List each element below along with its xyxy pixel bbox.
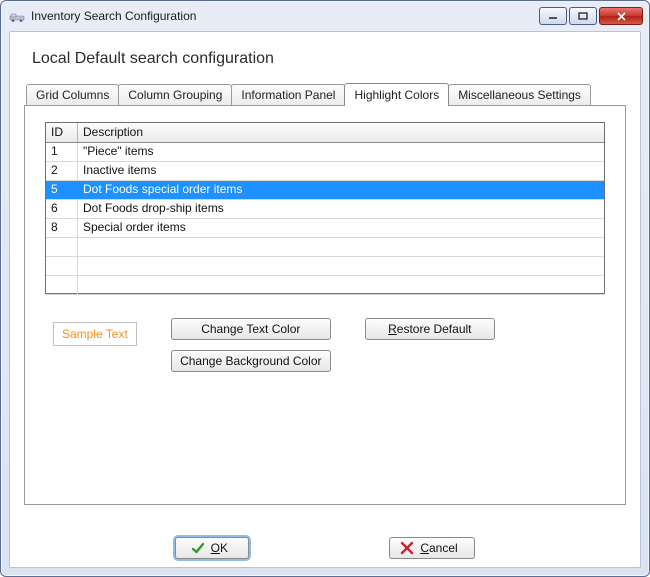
maximize-button[interactable] <box>569 7 597 25</box>
cancel-button[interactable]: Cancel <box>389 537 474 559</box>
change-background-color-button[interactable]: Change Background Color <box>171 350 331 372</box>
minimize-button[interactable] <box>539 7 567 25</box>
close-button[interactable] <box>599 7 643 25</box>
page-title: Local Default search configuration <box>32 50 622 68</box>
app-icon <box>9 8 25 24</box>
grid-body: 1"Piece" items2Inactive items5Dot Foods … <box>46 143 604 295</box>
ok-button-label: OK <box>211 541 228 555</box>
sample-text-preview: Sample Text <box>53 322 137 346</box>
cell-id: 6 <box>46 200 78 218</box>
tab-miscellaneous-settings[interactable]: Miscellaneous Settings <box>448 84 591 105</box>
table-row-empty[interactable] <box>46 238 604 257</box>
tab-information-panel[interactable]: Information Panel <box>231 84 345 105</box>
dialog-buttons: OK Cancel <box>10 537 640 559</box>
table-row-empty[interactable] <box>46 257 604 276</box>
cell-description: Special order items <box>78 219 604 237</box>
window-frame: Inventory Search Configuration Local Def… <box>0 0 650 577</box>
grid-header: ID Description <box>46 123 604 143</box>
cell-description: Dot Foods special order items <box>78 181 604 199</box>
window-title: Inventory Search Configuration <box>31 9 539 23</box>
tab-panel-highlight-colors: ID Description 1"Piece" items2Inactive i… <box>24 105 626 505</box>
table-row[interactable]: 5Dot Foods special order items <box>46 181 604 200</box>
cell-description: "Piece" items <box>78 143 604 161</box>
tab-highlight-colors[interactable]: Highlight Colors <box>344 83 449 106</box>
cell-id: 5 <box>46 181 78 199</box>
cell-id: 1 <box>46 143 78 161</box>
cell-id: 2 <box>46 162 78 180</box>
table-row[interactable]: 2Inactive items <box>46 162 604 181</box>
column-header-id[interactable]: ID <box>46 123 78 142</box>
tab-grid-columns[interactable]: Grid Columns <box>26 84 119 105</box>
window-controls <box>539 7 643 25</box>
cell-description: Inactive items <box>78 162 604 180</box>
table-row[interactable]: 8Special order items <box>46 219 604 238</box>
cancel-icon <box>400 541 414 555</box>
restore-default-label: Restore Default <box>388 322 471 336</box>
table-row[interactable]: 6Dot Foods drop-ship items <box>46 200 604 219</box>
ok-button[interactable]: OK <box>175 537 249 559</box>
cell-id: 8 <box>46 219 78 237</box>
titlebar[interactable]: Inventory Search Configuration <box>1 1 649 31</box>
tab-strip: Grid ColumnsColumn GroupingInformation P… <box>26 82 626 105</box>
table-row[interactable]: 1"Piece" items <box>46 143 604 162</box>
tab-column-grouping[interactable]: Column Grouping <box>118 84 232 105</box>
cell-description: Dot Foods drop-ship items <box>78 200 604 218</box>
highlight-grid: ID Description 1"Piece" items2Inactive i… <box>45 122 605 294</box>
client-area: Local Default search configuration Grid … <box>9 31 641 568</box>
check-icon <box>191 541 205 555</box>
table-row-empty[interactable] <box>46 276 604 295</box>
controls-row: Sample Text Change Text Color Change Bac… <box>41 318 609 372</box>
column-header-description[interactable]: Description <box>78 123 604 142</box>
change-text-color-button[interactable]: Change Text Color <box>171 318 331 340</box>
cancel-button-label: Cancel <box>420 541 457 555</box>
restore-default-button[interactable]: Restore Default <box>365 318 495 340</box>
